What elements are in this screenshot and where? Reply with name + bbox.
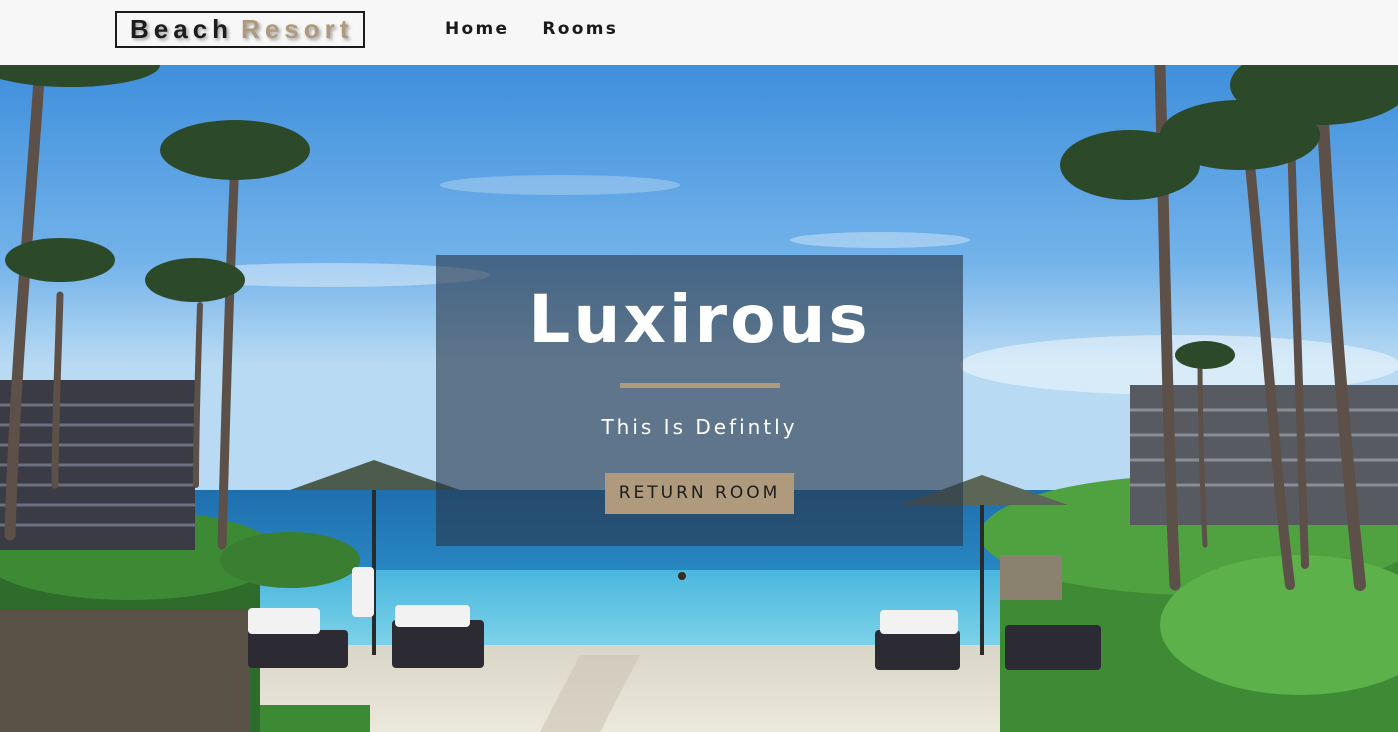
- nav-links: Home Rooms: [445, 19, 618, 39]
- hero-divider: [620, 383, 780, 388]
- logo-word-resort: Resort: [241, 14, 354, 44]
- hero-banner: Luxirous This Is Defintly RETURN ROOM: [436, 255, 963, 546]
- nav-link-rooms[interactable]: Rooms: [542, 19, 618, 39]
- hero-title: Luxirous: [528, 281, 871, 358]
- nav-link-home[interactable]: Home: [445, 19, 509, 39]
- navbar: Beach Resort Home Rooms: [0, 0, 1398, 65]
- logo-word-beach: Beach: [130, 14, 234, 44]
- return-room-button[interactable]: RETURN ROOM: [605, 473, 794, 514]
- hero-section: Luxirous This Is Defintly RETURN ROOM: [0, 65, 1398, 732]
- site-logo[interactable]: Beach Resort: [115, 11, 365, 48]
- hero-subtitle: This Is Defintly: [601, 415, 798, 439]
